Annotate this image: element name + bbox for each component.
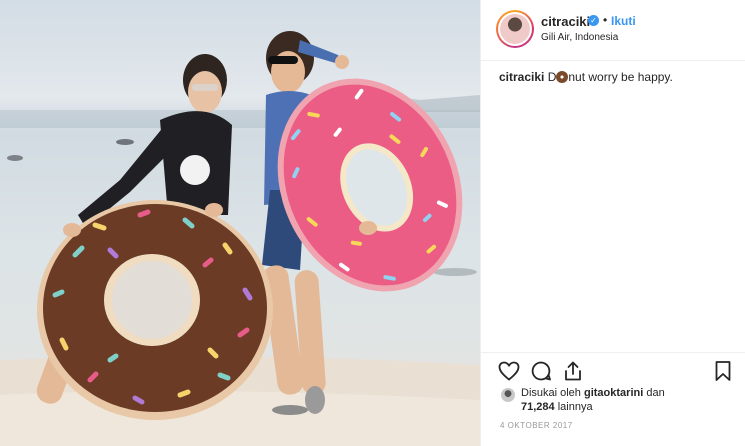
liker-username[interactable]: gitaoktarini [584,387,643,399]
post-header: citraciki ✓ • Ikuti Gili Air, Indonesia [481,0,745,61]
likes-count-line[interactable]: 71,284 lainnya [521,401,593,413]
post-date[interactable]: 4 OKTOBER 2017 [500,421,573,430]
bookmark-icon[interactable] [711,359,735,383]
verified-icon: ✓ [588,15,599,26]
separator-dot: • [603,13,608,27]
username-link[interactable]: citraciki [541,14,590,29]
liker-avatar[interactable] [501,388,515,402]
likes-conjunction: dan [643,387,665,399]
story-ring[interactable] [496,10,534,48]
action-bar [481,352,745,389]
donut-emoji-icon [556,71,569,83]
likes-summary: Disukai oleh gitaoktarini dan [521,387,665,399]
share-icon[interactable] [561,359,585,383]
comment-icon[interactable] [529,359,553,383]
follow-button[interactable]: Ikuti [611,14,636,28]
post-photo[interactable] [0,0,480,446]
caption-text-after: nut worry be happy. [568,70,673,84]
caption-text-before: D [544,70,557,84]
avatar-image [500,14,530,44]
post-photo-illustration [0,31,480,446]
heart-icon[interactable] [497,359,521,383]
likes-count[interactable]: 71,284 [521,401,555,413]
likes-prefix: Disukai oleh [521,387,584,399]
avatar[interactable] [498,12,532,46]
caption-username[interactable]: citraciki [499,70,544,84]
post-side-panel: citraciki ✓ • Ikuti Gili Air, Indonesia … [480,0,745,446]
post-caption: citraciki Dnut worry be happy. [499,70,673,84]
likes-suffix: lainnya [554,401,593,413]
location-link[interactable]: Gili Air, Indonesia [541,32,618,43]
